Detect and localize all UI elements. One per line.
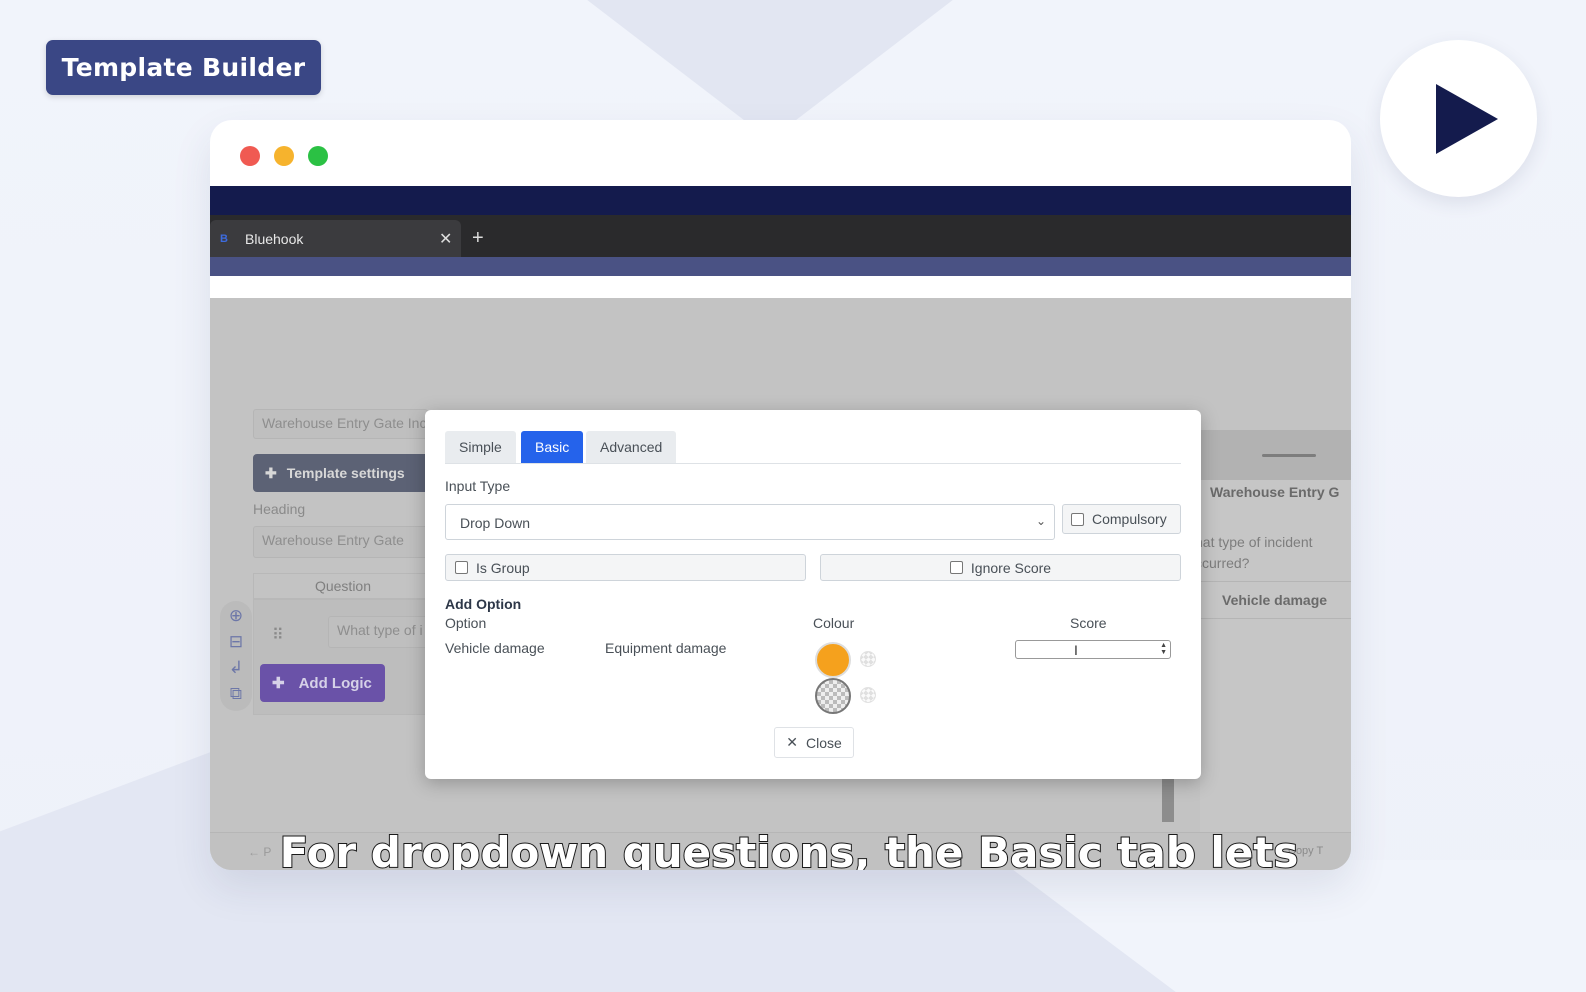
heading-label: Heading <box>253 501 306 517</box>
app-window: B Bluehook ✕ + Warehouse Entry Gate Inc … <box>210 120 1351 870</box>
chevron-down-icon: ⌄ <box>1035 514 1046 528</box>
option-item: Equipment damage <box>605 640 727 656</box>
app-header-strip <box>210 257 1351 276</box>
browser-tab[interactable]: B Bluehook ✕ <box>210 220 461 257</box>
is-group-checkbox[interactable]: Is Group <box>445 554 806 581</box>
screen-recording: B Bluehook ✕ + Warehouse Entry Gate Inc … <box>210 186 1351 870</box>
template-editor-background: Warehouse Entry Gate Inc ✚ Template sett… <box>210 298 1351 870</box>
checkbox-icon <box>455 561 468 574</box>
close-window-dot[interactable] <box>240 146 260 166</box>
text-cursor-icon: I <box>1074 642 1078 658</box>
plus-icon: ✚ <box>272 675 285 692</box>
preview-title: Warehouse Entry G <box>1210 484 1340 500</box>
input-type-value: Drop Down <box>460 515 531 531</box>
input-type-label: Input Type <box>445 478 511 494</box>
colour-swatch-transparent[interactable] <box>815 678 851 714</box>
question-settings-modal: Simple Basic Advanced Input Type Drop Do… <box>425 410 1201 779</box>
colour-column-header: Colour <box>813 615 855 631</box>
maximize-window-dot[interactable] <box>308 146 328 166</box>
browser-tab-title: Bluehook <box>245 230 304 247</box>
ignore-score-label: Ignore Score <box>970 559 1052 576</box>
add-icon[interactable]: ⊕ <box>229 605 243 626</box>
back-link[interactable]: ← P <box>248 845 271 859</box>
app-subheader <box>210 276 1351 298</box>
compulsory-checkbox[interactable]: Compulsory <box>1062 504 1181 534</box>
colour-swatch-orange[interactable] <box>815 642 851 678</box>
browser-tab-bar: B Bluehook ✕ + <box>210 215 1351 257</box>
score-column-header: Score <box>1070 615 1107 631</box>
favicon-icon: B <box>220 232 228 245</box>
option-column-header: Option <box>445 615 487 631</box>
minimize-window-dot[interactable] <box>274 146 294 166</box>
tab-basic[interactable]: Basic <box>521 431 584 463</box>
ignore-score-checkbox[interactable]: Ignore Score <box>820 554 1181 581</box>
option-item: Vehicle damage <box>445 640 545 656</box>
template-name-field[interactable]: Warehouse Entry Gate Inc <box>253 409 428 439</box>
tab-advanced[interactable]: Advanced <box>586 431 677 463</box>
modal-tabs: Simple Basic Advanced <box>445 431 1181 464</box>
question-text-field[interactable]: What type of i <box>328 616 428 648</box>
template-settings-button[interactable]: ✚ Template settings <box>253 454 433 492</box>
compulsory-label: Compulsory <box>1092 511 1167 527</box>
play-button[interactable] <box>1380 40 1537 197</box>
new-tab-icon[interactable]: + <box>472 227 484 250</box>
preview-option[interactable]: Vehicle damage <box>1200 581 1351 619</box>
add-option-heading: Add Option <box>445 596 522 612</box>
top-bar <box>210 186 1351 215</box>
input-type-select[interactable]: Drop Down ⌄ <box>445 504 1055 540</box>
add-logic-button[interactable]: ✚ Add Logic <box>260 664 385 702</box>
checkbox-icon <box>1071 512 1084 526</box>
play-icon <box>1436 84 1498 154</box>
close-icon: ✕ <box>786 734 798 750</box>
duplicate-icon[interactable]: ⧉ <box>230 683 242 704</box>
template-settings-label: Template settings <box>286 465 405 481</box>
close-label: Close <box>805 734 842 751</box>
drag-bar-icon <box>1262 454 1316 457</box>
scroll-indicator <box>1162 776 1174 822</box>
drag-handle-icon[interactable]: ⠿ <box>272 625 284 645</box>
close-tab-icon[interactable]: ✕ <box>439 229 452 249</box>
nest-icon[interactable]: ↲ <box>229 657 243 678</box>
clear-colour-icon[interactable] <box>860 687 876 703</box>
question-column-header: Question <box>253 573 433 599</box>
question-toolbar: ⊕ ⊟ ↲ ⧉ <box>220 601 252 711</box>
tab-simple[interactable]: Simple <box>445 431 516 463</box>
close-button[interactable]: ✕ Close <box>774 727 854 758</box>
section-icon[interactable]: ⊟ <box>229 631 243 652</box>
preview-question: hat type of incident ccurred? <box>1195 534 1313 571</box>
window-controls <box>240 146 328 166</box>
score-input[interactable]: I ▲ ▼ <box>1015 640 1171 659</box>
heading-field[interactable]: Warehouse Entry Gate <box>253 526 428 558</box>
spinner-icon[interactable]: ▲ ▼ <box>1160 642 1167 656</box>
is-group-label: Is Group <box>476 559 530 576</box>
clear-colour-icon[interactable] <box>860 651 876 667</box>
video-caption: For dropdown questions, the Basic tab le… <box>279 827 1300 870</box>
checkbox-icon <box>949 561 963 574</box>
template-builder-badge: Template Builder <box>46 40 321 95</box>
add-logic-label: Add Logic <box>298 674 372 692</box>
plus-icon: ✚ <box>265 464 277 481</box>
